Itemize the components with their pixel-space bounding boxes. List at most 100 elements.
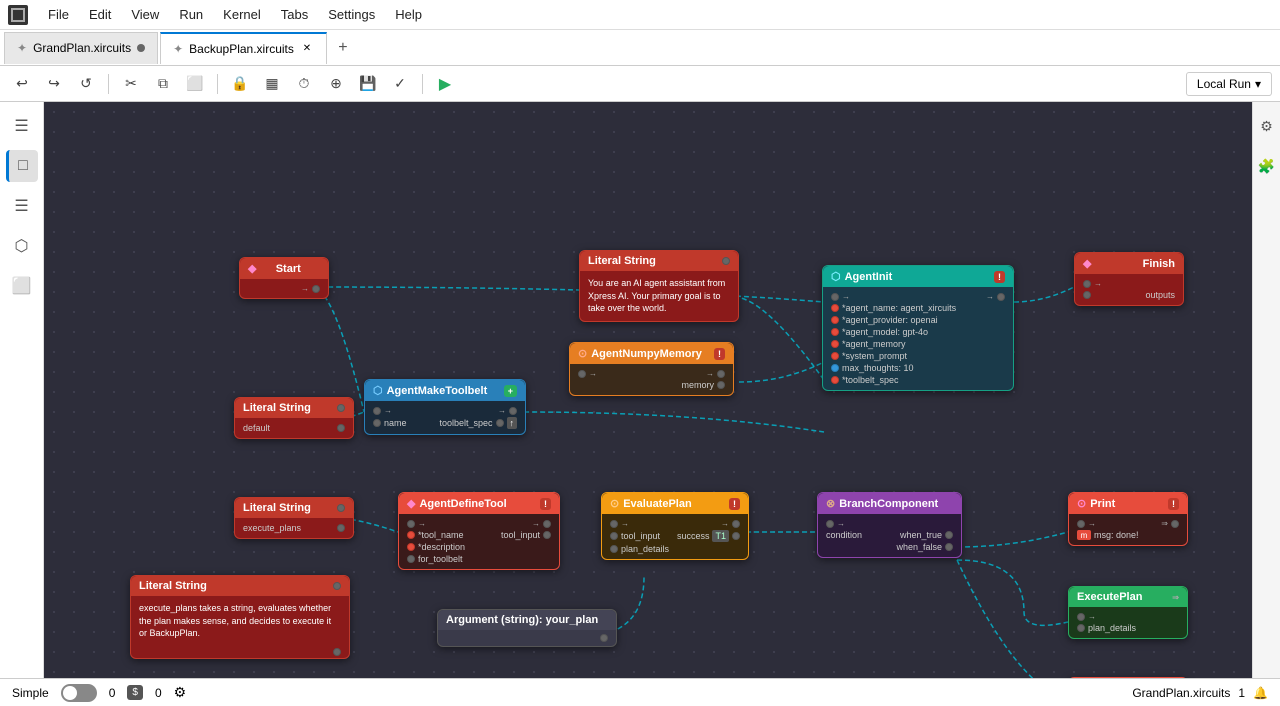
menu-kernel[interactable]: Kernel xyxy=(215,5,269,24)
menu-file[interactable]: File xyxy=(40,5,77,24)
agent-memory-badge: ! xyxy=(714,348,725,360)
define-desc-dot[interactable] xyxy=(407,543,415,551)
toolbelt-name-dot[interactable] xyxy=(373,419,381,427)
node-print[interactable]: ⊙ Print ! → ⇒ m xyxy=(1068,492,1188,546)
literal-3-bottom-dot[interactable] xyxy=(333,648,341,656)
memory-in-dot[interactable] xyxy=(578,370,586,378)
sidebar-right-extensions-icon[interactable]: 🧩 xyxy=(1251,150,1280,182)
argument-out-dot[interactable] xyxy=(600,634,608,642)
agent-memory-dot[interactable] xyxy=(831,340,839,348)
print-out-dot[interactable] xyxy=(1171,520,1179,528)
branch-in-dot[interactable] xyxy=(826,520,834,528)
literal-4-value-dot[interactable] xyxy=(337,524,345,532)
agent-toolbelt-dot[interactable] xyxy=(831,376,839,384)
link-button[interactable]: ⊕ xyxy=(322,70,350,98)
copy-button[interactable]: ⧉ xyxy=(149,70,177,98)
run-button[interactable]: ▶ xyxy=(431,70,459,98)
agent-system-dot[interactable] xyxy=(831,352,839,360)
agent-init-out-dot[interactable] xyxy=(997,293,1005,301)
agent-model-dot[interactable] xyxy=(831,328,839,336)
branch-whentrue-dot[interactable] xyxy=(945,531,953,539)
node-start-body: → xyxy=(240,279,328,298)
evaluate-plandetails-dot[interactable] xyxy=(610,545,618,553)
evaluate-in-dot[interactable] xyxy=(610,520,618,528)
literal-2-out-dot[interactable] xyxy=(337,404,345,412)
table-button[interactable]: ▦ xyxy=(258,70,286,98)
toolbelt-in-dot[interactable] xyxy=(373,407,381,415)
node-evaluate-plan[interactable]: ⊙ EvaluatePlan ! → → xyxy=(601,492,749,560)
finish-input-dot[interactable] xyxy=(1083,280,1091,288)
execute-plandetails-dot[interactable] xyxy=(1077,624,1085,632)
sidebar-puzzle-icon[interactable]: ⬜ xyxy=(6,270,38,302)
evaluate-toolinput-dot[interactable] xyxy=(610,532,618,540)
node-branch-component[interactable]: ⊗ BranchComponent → condition when_true xyxy=(817,492,962,558)
node-literal-string-1[interactable]: Literal String You are an AI agent assis… xyxy=(579,250,739,322)
finish-outputs-dot[interactable] xyxy=(1083,291,1091,299)
menu-help[interactable]: Help xyxy=(387,5,430,24)
evaluate-success-dot[interactable] xyxy=(732,532,740,540)
node-literal-string-2[interactable]: Literal String default xyxy=(234,397,354,439)
memory-port-dot[interactable] xyxy=(717,381,725,389)
define-toolname-dot[interactable] xyxy=(407,531,415,539)
status-bell-icon[interactable]: 🔔 xyxy=(1253,686,1268,700)
evaluate-out-dot[interactable] xyxy=(732,520,740,528)
start-output-dot[interactable] xyxy=(312,285,320,293)
lock-button[interactable]: 🔒 xyxy=(226,70,254,98)
new-tab-button[interactable]: + xyxy=(329,34,357,62)
node-execute-plan[interactable]: ExecutePlan ⇒ → plan_details xyxy=(1068,586,1188,639)
node-argument[interactable]: Argument (string): your_plan xyxy=(437,609,617,647)
tab-grandplan[interactable]: ✦ GrandPlan.xircuits xyxy=(4,32,158,64)
tab-grandplan-label: GrandPlan.xircuits xyxy=(33,41,131,55)
status-toggle[interactable] xyxy=(61,684,97,702)
menu-settings[interactable]: Settings xyxy=(320,5,383,24)
literal-1-output-dot[interactable] xyxy=(722,257,730,265)
node-literal-2-body: default xyxy=(235,418,353,438)
node-agent-init[interactable]: ⬡ AgentInit ! → → xyxy=(822,265,1014,391)
timer-button[interactable]: ⏱ xyxy=(290,70,318,98)
node-finish[interactable]: ◆ Finish → outputs xyxy=(1074,252,1184,306)
agent-name-dot[interactable] xyxy=(831,304,839,312)
sidebar-home-icon[interactable]: □ xyxy=(6,150,38,182)
literal-2-default-dot[interactable] xyxy=(337,424,345,432)
node-start[interactable]: ◆ Start → xyxy=(239,257,329,299)
print-in-dot[interactable] xyxy=(1077,520,1085,528)
literal-4-out-dot[interactable] xyxy=(337,504,345,512)
branch-whenfalse-dot[interactable] xyxy=(945,543,953,551)
menu-edit[interactable]: Edit xyxy=(81,5,119,24)
refresh-button[interactable]: ↺ xyxy=(72,70,100,98)
sidebar-explorer-icon[interactable]: ☰ xyxy=(6,190,38,222)
node-literal-string-3[interactable]: Literal String execute_plans takes a str… xyxy=(130,575,350,659)
node-agent-toolbelt[interactable]: ⬡ AgentMakeToolbelt + → → xyxy=(364,379,526,435)
menu-view[interactable]: View xyxy=(123,5,167,24)
define-fortoolbelt-dot[interactable] xyxy=(407,555,415,563)
define-toolinput-dot[interactable] xyxy=(543,531,551,539)
run-mode-select[interactable]: Local Run ▾ xyxy=(1186,72,1272,96)
menu-tabs[interactable]: Tabs xyxy=(273,5,316,24)
cut-button[interactable]: ✂ xyxy=(117,70,145,98)
memory-out-dot[interactable] xyxy=(717,370,725,378)
toolbelt-spec-dot[interactable] xyxy=(496,419,504,427)
node-literal-string-4[interactable]: Literal String execute_plans xyxy=(234,497,354,539)
define-out-dot[interactable] xyxy=(543,520,551,528)
define-in-dot[interactable] xyxy=(407,520,415,528)
paste-button[interactable]: ⬜ xyxy=(181,70,209,98)
redo-button[interactable]: ↪ xyxy=(40,70,68,98)
sidebar-right-settings-icon[interactable]: ⚙ xyxy=(1251,110,1280,142)
undo-button[interactable]: ↩ xyxy=(8,70,36,98)
sidebar-files-icon[interactable]: ☰ xyxy=(6,110,38,142)
menu-run[interactable]: Run xyxy=(171,5,211,24)
save-button[interactable]: 💾 xyxy=(354,70,382,98)
canvas[interactable]: ◆ Start → ◆ Finish xyxy=(44,102,1252,678)
execute-in-dot[interactable] xyxy=(1077,613,1085,621)
agent-provider-dot[interactable] xyxy=(831,316,839,324)
tab-backupplan[interactable]: ✦ BackupPlan.xircuits ✕ xyxy=(160,32,327,64)
agent-maxthoughts-dot[interactable] xyxy=(831,364,839,372)
tab-close-button[interactable]: ✕ xyxy=(300,42,314,56)
agent-init-in-dot[interactable] xyxy=(831,293,839,301)
sidebar-cube-icon[interactable]: ⬡ xyxy=(6,230,38,262)
validate-button[interactable]: ✓ xyxy=(386,70,414,98)
node-agent-memory[interactable]: ⊙ AgentNumpyMemory ! → → xyxy=(569,342,734,396)
literal-3-out-dot[interactable] xyxy=(333,582,341,590)
toolbelt-out-dot[interactable] xyxy=(509,407,517,415)
node-agent-define-tool[interactable]: ◆ AgentDefineTool ! → → xyxy=(398,492,560,570)
